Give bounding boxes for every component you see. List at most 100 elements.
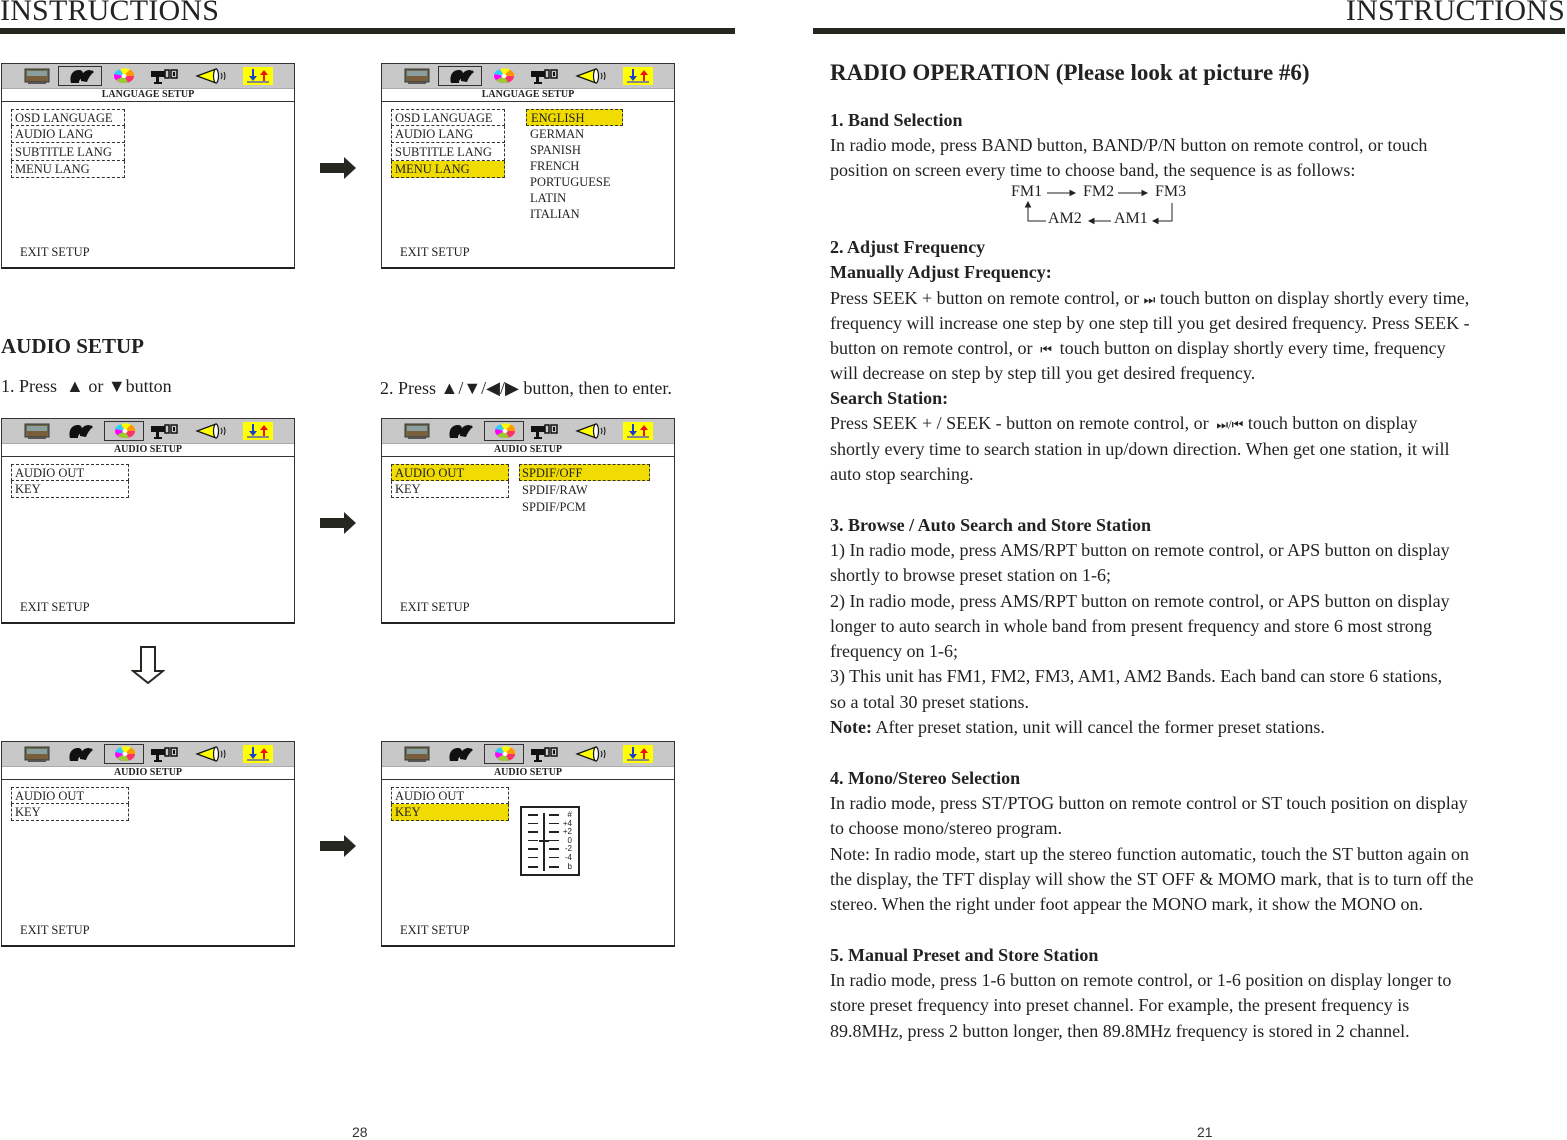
down-triangle-icon: ▼ <box>107 376 126 396</box>
screen-title: AUDIO SETUP <box>382 766 674 780</box>
text-span: touch button on display <box>1247 413 1418 433</box>
menu-item-menu-lang-selected[interactable]: MENU LANG <box>391 161 505 178</box>
body-line: 89.8MHz, press 2 button longer, then 89.… <box>830 1020 1410 1041</box>
audio-setup-heading: AUDIO SETUP <box>1 334 144 358</box>
body-line: In radio mode, press 1-6 button on remot… <box>830 970 1452 990</box>
exit-setup[interactable]: EXIT SETUP <box>400 600 470 615</box>
preference-arrows-icon[interactable] <box>623 67 653 85</box>
option-spdif-pcm[interactable]: SPDIF/PCM <box>522 499 586 515</box>
menu-item-osd-language[interactable]: OSD LANGUAGE <box>391 109 505 126</box>
scale-tick <box>528 831 538 834</box>
menu-item-key[interactable]: KEY <box>391 481 509 498</box>
option-english-selected[interactable]: ENGLISH <box>526 109 623 126</box>
menu-item-osd-language[interactable]: OSD LANGUAGE <box>11 109 125 126</box>
scale-tick <box>528 839 538 841</box>
exit-setup[interactable]: EXIT SETUP <box>20 245 90 260</box>
tv-picture-icon[interactable] <box>404 67 430 85</box>
body-line: so a total 30 preset stations. <box>830 691 1029 712</box>
tv-picture-icon[interactable] <box>24 422 50 440</box>
audio-disc-icon[interactable] <box>104 744 144 764</box>
scale-label: +2 <box>562 827 572 837</box>
icon-bar <box>2 64 294 89</box>
right-arrow-icon <box>320 157 356 179</box>
language-people-icon[interactable] <box>438 66 482 86</box>
menu-item-key-selected[interactable]: KEY <box>391 804 509 821</box>
preference-arrows-icon[interactable] <box>623 745 653 763</box>
language-people-icon[interactable] <box>58 422 102 440</box>
language-setup-screen: LANGUAGE SETUP OSD LANGUAGE AUDIO LANG S… <box>1 63 295 269</box>
section-3-heading: 3. Browse / Auto Search and Store Statio… <box>830 515 1152 535</box>
tv-picture-icon[interactable] <box>404 422 430 440</box>
menu-item-audio-out[interactable]: AUDIO OUT <box>391 787 509 804</box>
speaker-icon[interactable] <box>194 67 230 85</box>
scale-tick <box>528 822 538 824</box>
language-people-icon[interactable] <box>438 422 482 440</box>
video-camera-icon[interactable] <box>147 422 183 440</box>
menu-item-subtitle-lang[interactable]: SUBTITLE LANG <box>11 144 125 161</box>
menu-item-menu-lang[interactable]: MENU LANG <box>11 161 125 178</box>
speaker-icon[interactable] <box>194 422 230 440</box>
exit-setup[interactable]: EXIT SETUP <box>20 600 90 615</box>
menu-item-key[interactable]: KEY <box>11 804 129 821</box>
right-header-rule <box>813 28 1565 34</box>
option-german[interactable]: GERMAN <box>530 126 584 142</box>
option-portuguese[interactable]: PORTUGUESE <box>530 174 611 190</box>
speaker-icon[interactable] <box>574 67 610 85</box>
tv-picture-icon[interactable] <box>24 67 50 85</box>
video-camera-icon[interactable] <box>527 745 563 763</box>
preference-arrows-icon[interactable] <box>243 67 273 85</box>
body-line: frequency on 1-6; <box>830 641 958 662</box>
option-spdif-raw[interactable]: SPDIF/RAW <box>522 482 588 498</box>
menu-item-audio-out[interactable]: AUDIO OUT <box>11 787 129 804</box>
menu-item-subtitle-lang[interactable]: SUBTITLE LANG <box>391 144 505 161</box>
speaker-icon[interactable] <box>194 745 230 763</box>
language-people-icon[interactable] <box>58 745 102 763</box>
language-people-icon[interactable] <box>58 66 102 86</box>
exit-setup[interactable]: EXIT SETUP <box>20 923 90 938</box>
arrow-keys-icon: ▲/▼/◀/▶ <box>440 378 519 398</box>
menu-item-audio-out[interactable]: AUDIO OUT <box>11 464 129 481</box>
video-camera-icon[interactable] <box>527 422 563 440</box>
band-sequence-diagram: FM1 FM2 FM3 AM2 AM1 <box>1010 183 1210 229</box>
option-italian[interactable]: ITALIAN <box>530 206 580 222</box>
body-line: the display, the TFT display will show t… <box>830 868 1474 889</box>
key-pitch-slider[interactable]: # +4 +2 0 -2 -4 b <box>520 806 580 876</box>
preference-arrows-icon[interactable] <box>623 422 653 440</box>
section-4-heading: 4. Mono/Stereo Selection <box>830 768 1021 788</box>
menu-item-audio-out-selected[interactable]: AUDIO OUT <box>391 464 509 481</box>
audio-disc-icon[interactable] <box>484 744 524 764</box>
body-line: stereo. When the right under foot appear… <box>830 894 1424 915</box>
video-camera-icon[interactable] <box>527 67 563 85</box>
body-line: longer to auto search in whole band from… <box>830 615 1432 636</box>
menu-item-audio-lang[interactable]: AUDIO LANG <box>391 126 505 143</box>
option-latin[interactable]: LATIN <box>530 190 566 206</box>
language-people-icon[interactable] <box>438 745 482 763</box>
up-triangle-icon: ▲ <box>61 376 84 396</box>
screen-title: AUDIO SETUP <box>2 766 294 780</box>
speaker-icon[interactable] <box>574 422 610 440</box>
slider-knob[interactable] <box>539 839 549 842</box>
scale-tick <box>528 848 538 851</box>
audio-disc-icon[interactable] <box>484 421 524 441</box>
preference-arrows-icon[interactable] <box>243 745 273 763</box>
speaker-icon[interactable] <box>574 745 610 763</box>
option-spdif-off-selected[interactable]: SPDIF/OFF <box>519 464 650 481</box>
scale-tick <box>549 865 559 868</box>
exit-setup[interactable]: EXIT SETUP <box>400 245 470 260</box>
audio-disc-icon[interactable] <box>104 67 144 85</box>
video-camera-icon[interactable] <box>147 67 183 85</box>
exit-setup[interactable]: EXIT SETUP <box>400 923 470 938</box>
tv-picture-icon[interactable] <box>24 745 50 763</box>
preference-arrows-icon[interactable] <box>243 422 273 440</box>
option-french[interactable]: FRENCH <box>530 158 579 174</box>
audio-disc-icon[interactable] <box>484 67 524 85</box>
option-spanish[interactable]: SPANISH <box>530 142 581 158</box>
left-page-header: INSTRUCTIONS <box>0 0 220 27</box>
next-previous-icons: ⏭︎/⏮︎ <box>1213 417 1244 432</box>
section-2-line: Press SEEK + button on remote control, o… <box>830 286 1469 312</box>
menu-item-key[interactable]: KEY <box>11 481 129 498</box>
tv-picture-icon[interactable] <box>404 745 430 763</box>
audio-disc-icon[interactable] <box>104 421 144 441</box>
menu-item-audio-lang[interactable]: AUDIO LANG <box>11 126 125 143</box>
video-camera-icon[interactable] <box>147 745 183 763</box>
